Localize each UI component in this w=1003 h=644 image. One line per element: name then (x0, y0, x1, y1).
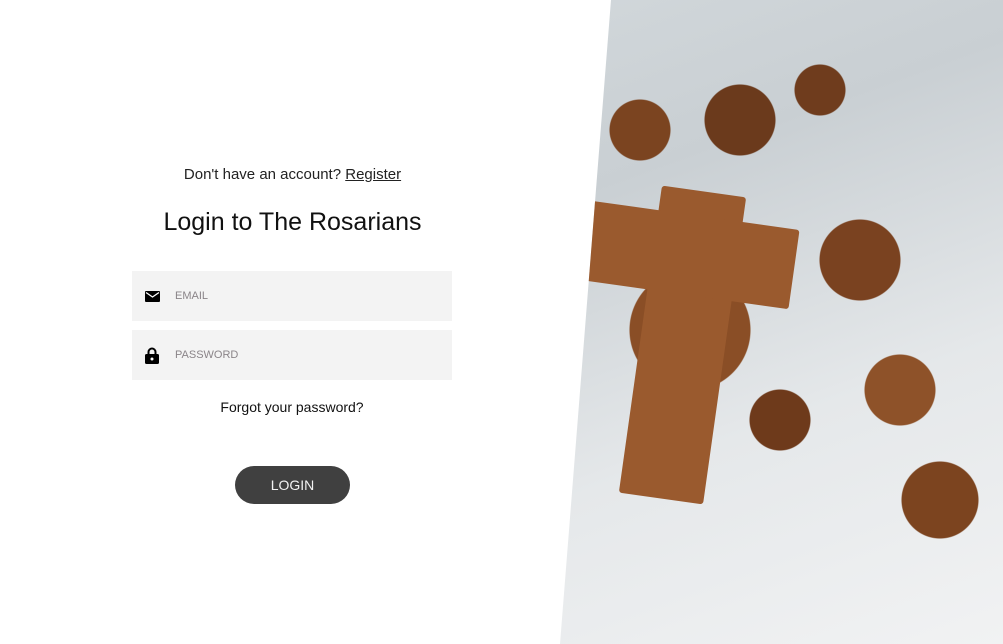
password-field[interactable] (132, 330, 452, 380)
forgot-password-link[interactable]: Forgot your password? (132, 399, 452, 415)
rosary-photo (560, 0, 1003, 644)
register-link[interactable]: Register (345, 166, 401, 183)
register-prompt: Don't have an account? Register (0, 166, 585, 183)
email-input[interactable] (173, 289, 437, 303)
register-prompt-text: Don't have an account? (183, 166, 342, 183)
cross-bar-shape (580, 200, 800, 310)
page-title: Login to The Rosarians (163, 208, 422, 236)
mail-icon (144, 288, 160, 304)
password-input[interactable] (173, 348, 437, 362)
login-button[interactable]: LOGIN (235, 466, 350, 504)
lock-icon (144, 347, 160, 364)
email-field[interactable] (132, 271, 452, 321)
